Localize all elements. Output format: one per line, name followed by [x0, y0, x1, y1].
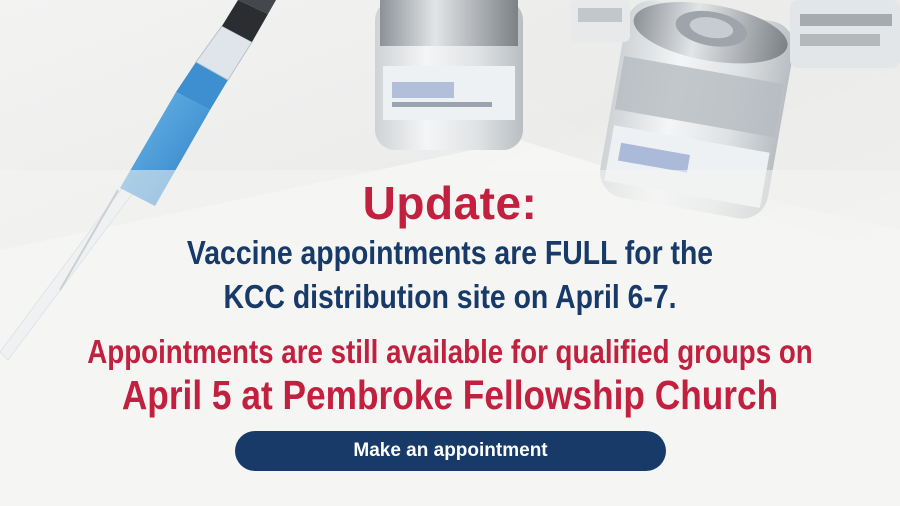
vaccine-update-banner: Update: Vaccine appointments are FULL fo… [0, 0, 900, 506]
location-line: April 5 at Pembroke Fellowship Church [121, 372, 779, 418]
still-available-line: Appointments are still available for qua… [87, 333, 813, 370]
appointments-full-line: Vaccine appointments are FULL for the [186, 234, 714, 271]
make-appointment-button[interactable]: Make an appointment [235, 431, 666, 471]
update-headline: Update: [362, 177, 538, 229]
distribution-site-line: KCC distribution site on April 6-7. [223, 278, 677, 315]
